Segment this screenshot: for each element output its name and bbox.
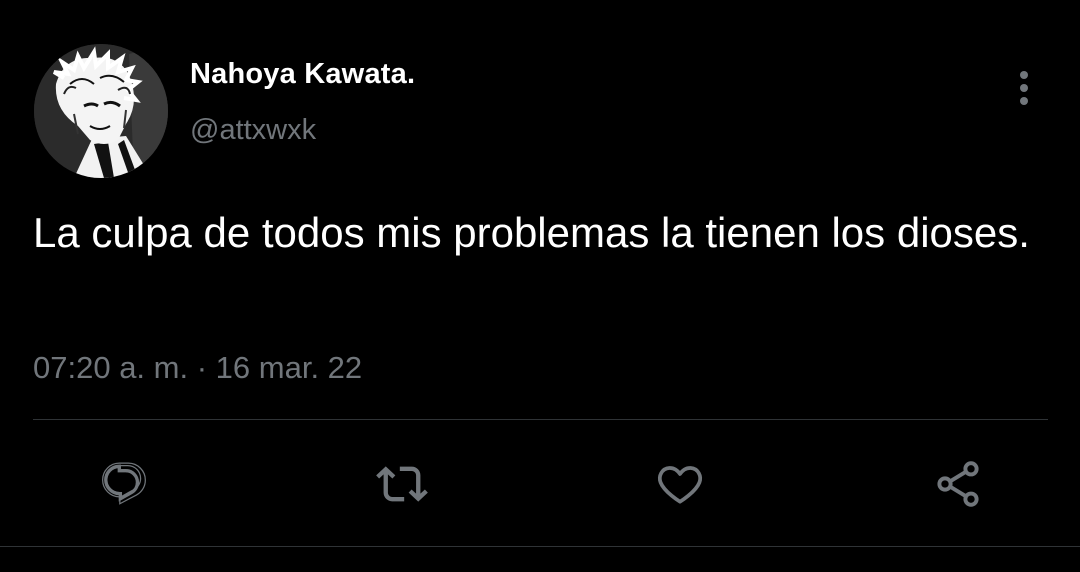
tweet-timestamp: 07:20 a. m. · 16 mar. 22 — [33, 350, 362, 386]
tweet-date[interactable]: 16 mar. 22 — [216, 350, 362, 385]
retweet-icon — [376, 466, 428, 502]
avatar[interactable] — [34, 44, 168, 178]
bottom-divider — [0, 546, 1080, 547]
share-button[interactable] — [930, 456, 986, 512]
retweet-button[interactable] — [374, 456, 430, 512]
meta-separator: · — [196, 350, 208, 385]
more-options-button[interactable] — [1004, 64, 1044, 112]
share-icon — [937, 461, 979, 507]
reply-icon — [102, 462, 146, 505]
author-handle[interactable]: @attxwxk — [190, 114, 316, 147]
more-vertical-icon — [1020, 71, 1028, 105]
tweet-text: La culpa de todos mis problemas la tiene… — [33, 209, 1030, 256]
avatar-image — [34, 44, 168, 178]
reply-button[interactable] — [96, 456, 152, 512]
heart-icon — [658, 466, 702, 504]
divider — [33, 419, 1048, 420]
like-button[interactable] — [652, 456, 708, 512]
author-display-name[interactable]: Nahoya Kawata. — [190, 58, 415, 91]
tweet-time[interactable]: 07:20 a. m. — [33, 350, 188, 385]
tweet-card: Nahoya Kawata. @attxwxk La culpa de todo… — [0, 0, 1080, 572]
